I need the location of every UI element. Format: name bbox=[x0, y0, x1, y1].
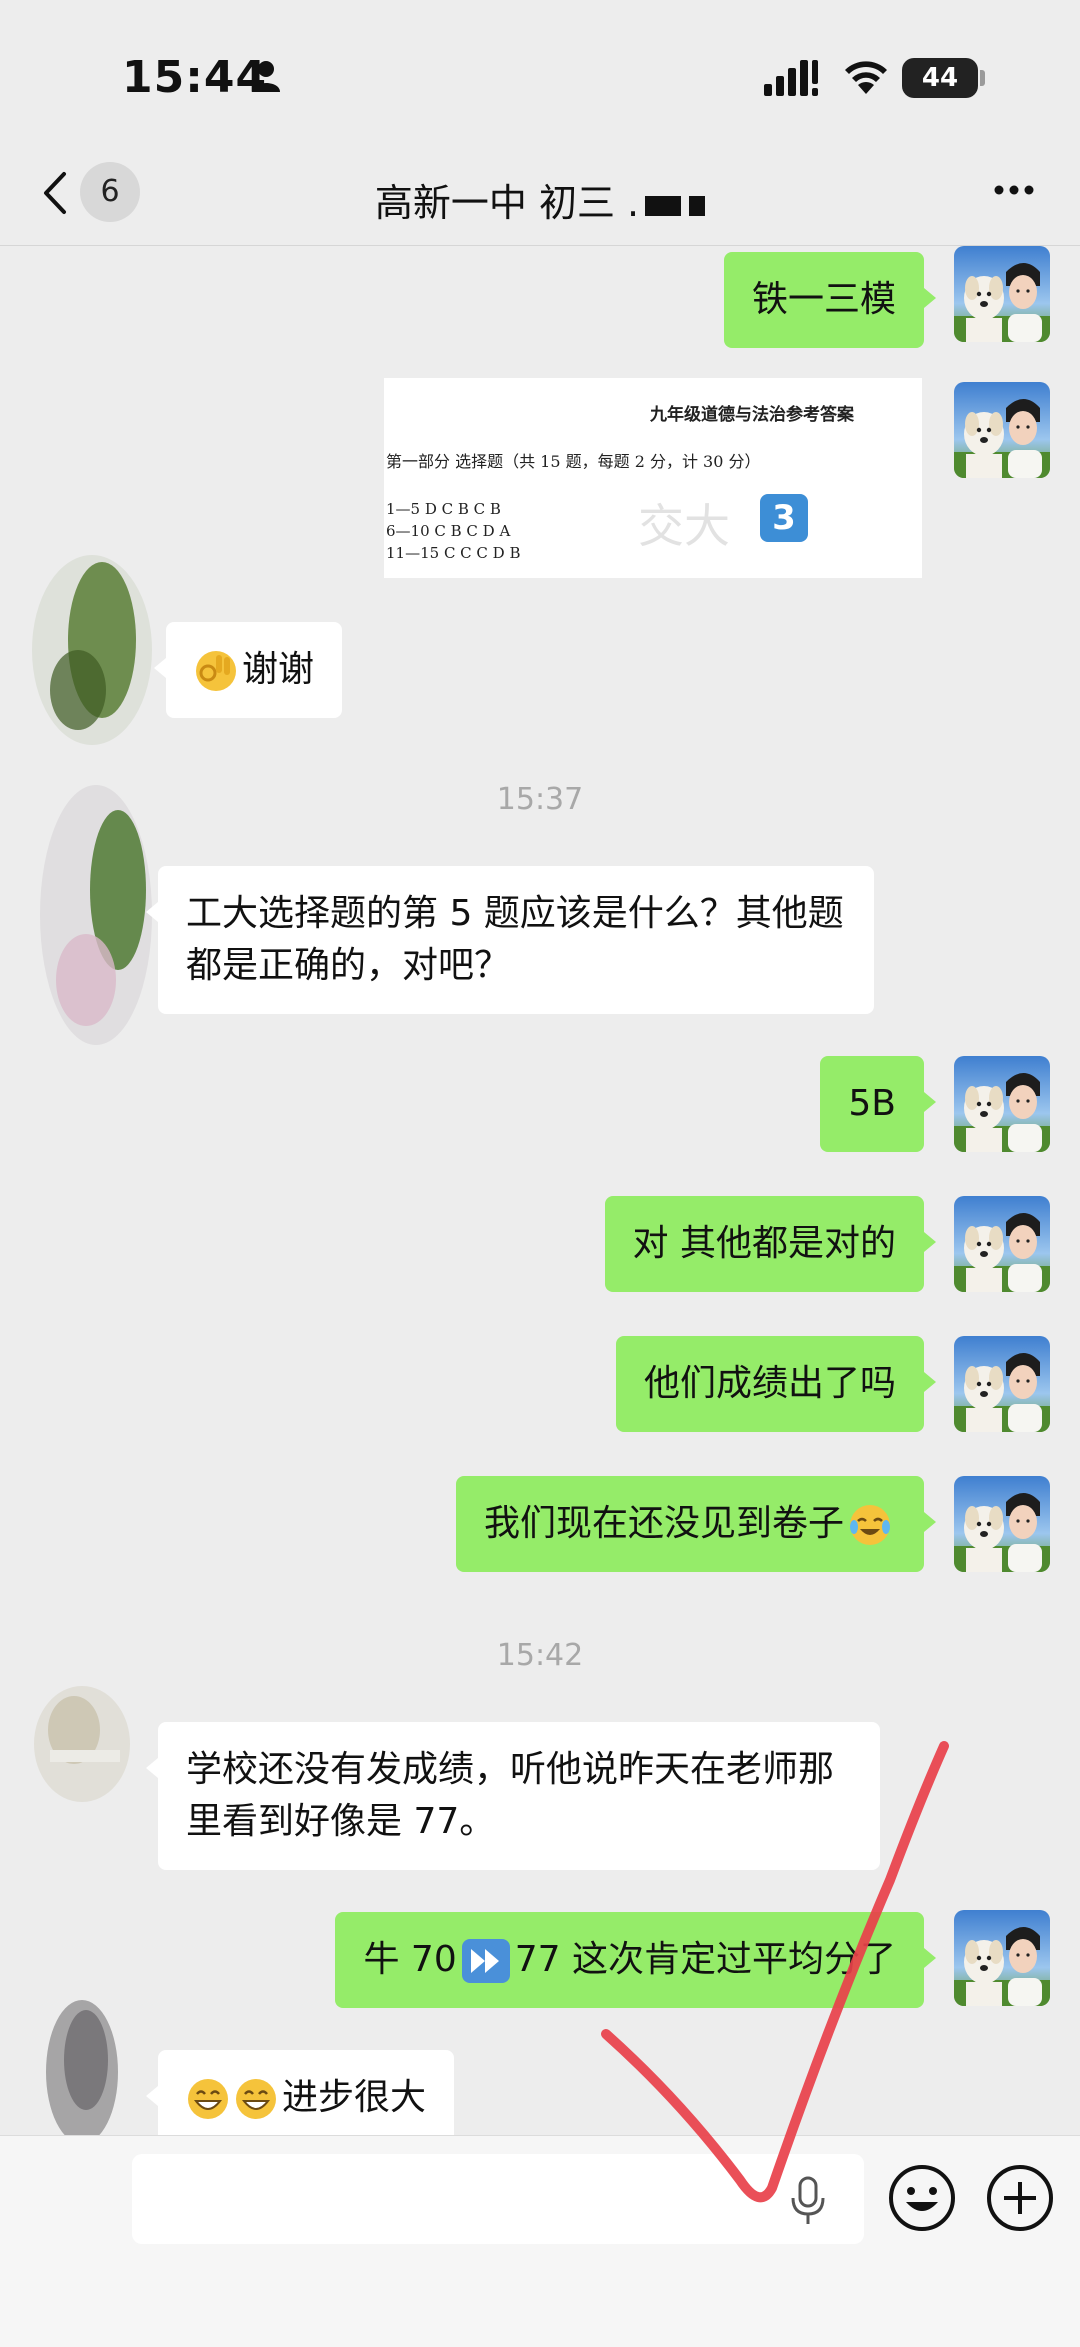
message-text: 进步很大 bbox=[282, 2077, 427, 2118]
emoji-icon[interactable] bbox=[888, 2164, 956, 2232]
grinning-emoji-icon bbox=[188, 2079, 228, 2119]
sent-message-bubble[interactable]: 牛 70 77 这次肯定过平均分了 bbox=[335, 1912, 936, 2008]
sent-image-message[interactable]: 九年级道德与法治参考答案 第一部分 选择题（共 15 题，每题 2 分，计 30… bbox=[384, 378, 922, 578]
message-input[interactable] bbox=[132, 2154, 864, 2244]
my-avatar[interactable] bbox=[954, 246, 1050, 342]
image-heading: 九年级道德与法治参考答案 bbox=[650, 405, 854, 425]
message-text: 他们成绩出了吗 bbox=[643, 1363, 896, 1404]
image-watermark: 交大 bbox=[638, 499, 730, 553]
avatar-image bbox=[954, 1476, 1050, 1572]
message-text: 谢谢 bbox=[242, 649, 315, 690]
image-answer-row: 1—5 D C B C B bbox=[386, 500, 501, 518]
microphone-icon[interactable] bbox=[788, 2176, 828, 2226]
battery-tip bbox=[980, 70, 985, 86]
battery-indicator: 44 bbox=[902, 58, 978, 98]
my-avatar[interactable] bbox=[954, 1336, 1050, 1432]
avatar-image bbox=[954, 1196, 1050, 1292]
image-number-badge: 3 bbox=[760, 494, 808, 542]
message-text: 77 这次肯定过平均分了 bbox=[514, 1939, 896, 1980]
timestamp: 15:42 bbox=[496, 1638, 584, 1673]
contact-avatar[interactable] bbox=[30, 1990, 126, 2144]
sent-message-bubble[interactable]: 5B bbox=[820, 1056, 936, 1152]
input-bar bbox=[0, 2135, 1080, 2347]
contact-avatar[interactable] bbox=[30, 780, 152, 1045]
more-dots-icon[interactable] bbox=[994, 184, 1034, 196]
avatar-image bbox=[954, 246, 1050, 342]
avatar-image bbox=[40, 785, 152, 1045]
wifi-icon bbox=[845, 61, 887, 94]
chat-header: 6 高新一中 初三 . bbox=[0, 140, 1080, 246]
my-avatar[interactable] bbox=[954, 1056, 1050, 1152]
fast-forward-icon bbox=[461, 1939, 510, 1983]
redaction-block bbox=[645, 195, 682, 216]
message-text: 5B bbox=[848, 1083, 896, 1124]
contact-avatar[interactable] bbox=[30, 1680, 130, 1816]
sent-message-bubble[interactable]: 他们成绩出了吗 bbox=[615, 1336, 937, 1432]
received-message-bubble[interactable]: 谢谢 bbox=[153, 622, 343, 718]
my-avatar[interactable] bbox=[954, 1910, 1050, 2006]
contact-avatar[interactable] bbox=[20, 540, 152, 745]
received-message-bubble[interactable]: 学校还没有发成绩，听他说昨天在老师那里看到好像是 77。 bbox=[146, 1722, 880, 1870]
image-answer-row: 11—15 C C C D B bbox=[386, 544, 521, 562]
message-text: 我们现在还没见到卷子 bbox=[483, 1503, 844, 1544]
message-text: 工大选择题的第 5 题应该是什么？其他题都是正确的，对吧？ bbox=[186, 893, 844, 986]
avatar-image bbox=[32, 555, 152, 745]
avatar-image bbox=[954, 382, 1050, 478]
laughing-crying-emoji-icon bbox=[850, 1505, 890, 1545]
message-text: 铁一三模 bbox=[751, 279, 896, 320]
avatar-image bbox=[34, 1686, 130, 1802]
avatar-image bbox=[954, 1336, 1050, 1432]
avatar-image bbox=[46, 2000, 118, 2144]
my-avatar[interactable] bbox=[954, 382, 1050, 478]
received-message-bubble[interactable]: 进步很大 bbox=[145, 2050, 455, 2146]
status-bar: 15:44 44 bbox=[0, 0, 1080, 140]
chat-title-text: 高新一中 初三 . bbox=[374, 181, 640, 225]
avatar-image bbox=[954, 1910, 1050, 2006]
timestamp: 15:37 bbox=[496, 782, 584, 817]
message-text: 对 其他都是对的 bbox=[632, 1223, 896, 1264]
chat-title: 高新一中 初三 . bbox=[0, 172, 1080, 227]
cellular-signal-icon bbox=[764, 60, 818, 96]
ok-hand-emoji-icon bbox=[196, 651, 236, 691]
image-answer-row: 6—10 C B C D A bbox=[386, 522, 511, 540]
sent-message-bubble[interactable]: 对 其他都是对的 bbox=[604, 1196, 937, 1292]
grinning-emoji-icon bbox=[236, 2079, 276, 2119]
sent-message-bubble[interactable]: 铁一三模 bbox=[723, 252, 937, 348]
avatar-image bbox=[954, 1056, 1050, 1152]
image-section-text: 第一部分 选择题（共 15 题，每题 2 分，计 30 分） bbox=[386, 452, 761, 471]
my-avatar[interactable] bbox=[954, 1196, 1050, 1292]
person-icon bbox=[252, 61, 280, 92]
status-time: 15:44 bbox=[122, 52, 268, 103]
redaction-block bbox=[689, 195, 706, 216]
message-text: 学校还没有发成绩，听他说昨天在老师那里看到好像是 77。 bbox=[186, 1749, 835, 1842]
plus-icon[interactable] bbox=[986, 2164, 1054, 2232]
received-message-bubble[interactable]: 工大选择题的第 5 题应该是什么？其他题都是正确的，对吧？ bbox=[146, 866, 874, 1014]
my-avatar[interactable] bbox=[954, 1476, 1050, 1572]
message-text: 牛 70 bbox=[363, 1939, 457, 1980]
sent-message-bubble[interactable]: 我们现在还没见到卷子 bbox=[455, 1476, 937, 1572]
